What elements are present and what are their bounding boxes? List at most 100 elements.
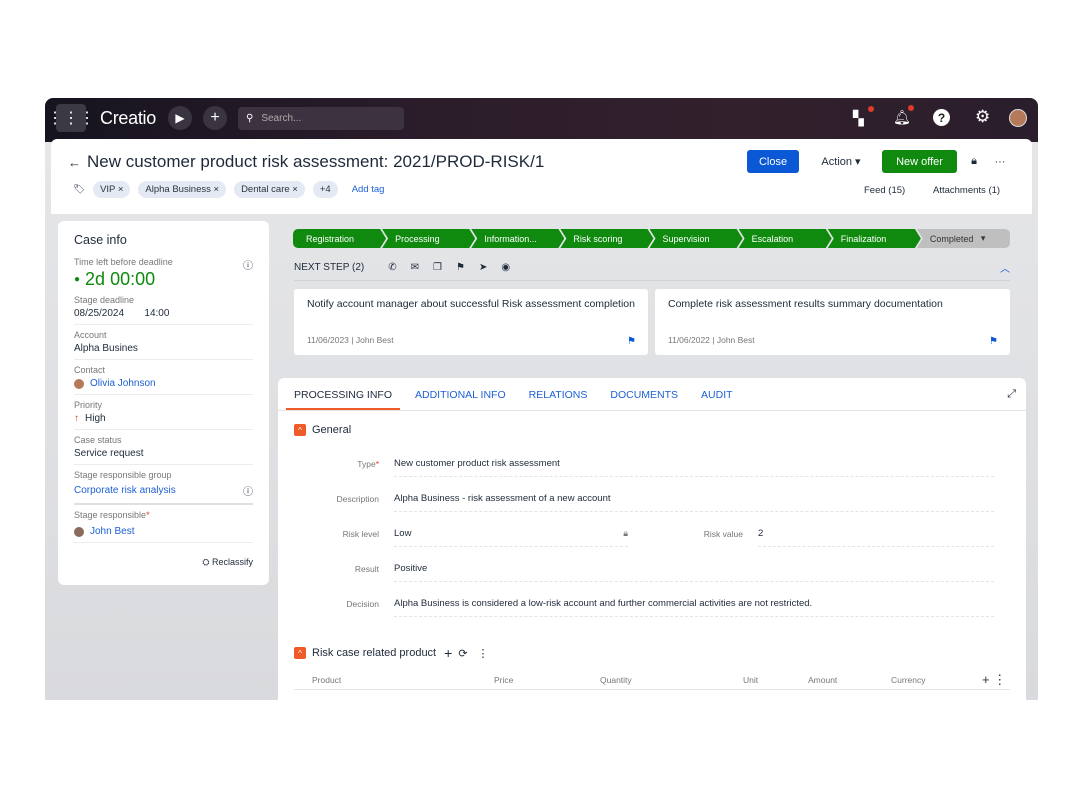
- priority-value[interactable]: High: [85, 413, 106, 424]
- deadline-label: Stage deadline: [74, 295, 135, 305]
- chat-icon[interactable]: ❐: [433, 262, 442, 273]
- risk-value-label: Risk value: [703, 529, 743, 539]
- result-label: Result: [354, 564, 379, 574]
- create-button[interactable]: +: [203, 106, 227, 130]
- attachments-link[interactable]: Attachments (1): [933, 185, 1000, 196]
- tab-audit[interactable]: AUDIT: [693, 378, 741, 410]
- flag-icon[interactable]: ⚑: [627, 336, 636, 347]
- telegram-icon[interactable]: ➤: [479, 262, 487, 273]
- stage-bar: Registration Processing Information... R…: [293, 229, 1010, 248]
- more-vertical-icon[interactable]: ⋮: [478, 647, 489, 660]
- more-icon[interactable]: ···: [991, 150, 1009, 173]
- tag[interactable]: VIP ×: [93, 181, 131, 198]
- case-info-title: Case info: [74, 233, 127, 247]
- add-tag-link[interactable]: Add tag: [352, 184, 385, 195]
- next-step-text: Notify account manager about successful …: [307, 298, 635, 310]
- group-link[interactable]: Corporate risk analysis: [74, 485, 176, 496]
- reclassify-button[interactable]: ⛭ Reclassify: [74, 557, 253, 568]
- account-link[interactable]: Alpha Busines: [74, 343, 253, 354]
- tag[interactable]: Dental care ×: [234, 181, 305, 198]
- page-title: ← New customer product risk assessment: 2…: [68, 152, 545, 171]
- clock-icon: ●: [74, 274, 81, 285]
- column-header[interactable]: Currency: [891, 675, 925, 685]
- status-value[interactable]: Service request: [74, 448, 253, 459]
- feed-link[interactable]: Feed (15): [864, 185, 905, 196]
- stage[interactable]: Supervision: [650, 229, 743, 248]
- tab-relations[interactable]: RELATIONS: [521, 378, 596, 410]
- contact-avatar: [74, 378, 84, 389]
- priority-label: Priority: [74, 400, 103, 410]
- stage-completed-dropdown[interactable]: Completed ▾: [916, 229, 1010, 248]
- type-field[interactable]: New customer product risk assessment: [394, 451, 994, 477]
- stage[interactable]: Finalization: [828, 229, 921, 248]
- products-table-header: Product Price Quantity Unit Amount Curre…: [294, 672, 1010, 690]
- risk-level-label: Risk level: [342, 529, 379, 539]
- expand-icon[interactable]: ⤢: [997, 378, 1026, 410]
- stage[interactable]: Registration: [293, 229, 386, 248]
- tab-additional-info[interactable]: ADDITIONAL INFO: [407, 378, 514, 410]
- case-info-panel: Case info Time left before deadline ⓘ ● 2…: [58, 221, 269, 585]
- column-header[interactable]: Unit: [743, 675, 758, 685]
- type-label: Type: [357, 459, 376, 469]
- products-section-header[interactable]: ^ Risk case related product + ⟳ ⋮: [294, 645, 489, 661]
- risk-level-field[interactable]: Low 🔒︎: [394, 521, 628, 547]
- add-column-icon[interactable]: + ⋮: [982, 672, 1006, 688]
- column-header[interactable]: Quantity: [600, 675, 632, 685]
- action-button[interactable]: Action ▾: [811, 150, 871, 173]
- contact-label: Contact: [74, 365, 106, 375]
- collapse-icon[interactable]: ︿: [1000, 260, 1010, 275]
- whatsapp-icon[interactable]: ◉: [501, 262, 510, 273]
- status-label: Case status: [74, 435, 122, 445]
- time-left-value: 2d 00:00: [85, 269, 156, 289]
- search-icon: ⚲: [246, 113, 254, 124]
- app-launcher-icon[interactable]: ⋮⋮⋮: [47, 104, 95, 132]
- stage[interactable]: Risk scoring: [560, 229, 653, 248]
- general-section-header[interactable]: ^ General: [294, 424, 351, 436]
- result-field[interactable]: Positive: [394, 556, 994, 582]
- contact-link[interactable]: Olivia Johnson: [90, 378, 156, 389]
- close-button[interactable]: Close: [747, 150, 799, 173]
- next-step-card[interactable]: Notify account manager about successful …: [294, 289, 648, 355]
- bell-icon[interactable]: 🔔︎: [893, 109, 911, 126]
- help-icon[interactable]: ⓘ: [243, 257, 253, 272]
- flag-icon[interactable]: ⚑: [989, 336, 998, 347]
- info-icon[interactable]: ⓘ: [243, 483, 253, 498]
- column-header[interactable]: Product: [312, 675, 341, 685]
- responsible-link[interactable]: John Best: [90, 526, 134, 537]
- stage[interactable]: Information...: [471, 229, 564, 248]
- stage[interactable]: Processing: [382, 229, 475, 248]
- flag-icon[interactable]: ⚑: [456, 262, 465, 273]
- more-tags[interactable]: +4: [312, 181, 338, 198]
- risk-value-field[interactable]: 2: [758, 521, 994, 547]
- description-field[interactable]: Alpha Business - risk assessment of a ne…: [394, 486, 994, 512]
- tab-processing-info[interactable]: PROCESSING INFO: [286, 378, 401, 410]
- refresh-icon[interactable]: ⟳: [458, 647, 467, 660]
- next-step-card[interactable]: Complete risk assessment results summary…: [655, 289, 1010, 355]
- phone-icon[interactable]: ✆: [388, 262, 396, 273]
- top-bar: ⋮⋮⋮ Creatio ▶ + ⚲ Search... ▚ 🔔︎ ? ⚙: [45, 98, 1038, 142]
- avatar[interactable]: [1009, 109, 1027, 127]
- gear-icon[interactable]: ⚙: [975, 107, 990, 127]
- logo: Creatio: [100, 108, 156, 128]
- lock-icon[interactable]: 🔒︎: [965, 150, 983, 173]
- column-header[interactable]: Amount: [808, 675, 837, 685]
- stage[interactable]: Escalation: [739, 229, 832, 248]
- group-label: Stage responsible group: [74, 470, 172, 480]
- help-icon[interactable]: ?: [933, 109, 950, 126]
- add-icon[interactable]: +: [444, 645, 452, 661]
- tab-documents[interactable]: DOCUMENTS: [602, 378, 686, 410]
- apps-icon[interactable]: ▚: [853, 110, 864, 127]
- new-offer-button[interactable]: New offer: [882, 150, 957, 173]
- decision-field[interactable]: Alpha Business is considered a low-risk …: [394, 591, 994, 617]
- search-input[interactable]: ⚲ Search...: [238, 107, 404, 130]
- tag-list: 🏷︎ VIP × Alpha Business × Dental care × …: [73, 181, 384, 198]
- deadline-field[interactable]: 08/25/2024 14:00: [74, 308, 253, 319]
- tag[interactable]: Alpha Business ×: [138, 181, 227, 198]
- time-left-label: Time left before deadline: [74, 257, 173, 267]
- arrow-up-icon: ↑: [74, 413, 79, 424]
- column-header[interactable]: Price: [494, 675, 513, 685]
- next-step-meta: 11/06/2023 | John Best: [307, 335, 394, 345]
- run-process-button[interactable]: ▶: [168, 106, 192, 130]
- email-icon[interactable]: ✉: [411, 262, 419, 273]
- back-arrow-icon[interactable]: ←: [68, 155, 81, 170]
